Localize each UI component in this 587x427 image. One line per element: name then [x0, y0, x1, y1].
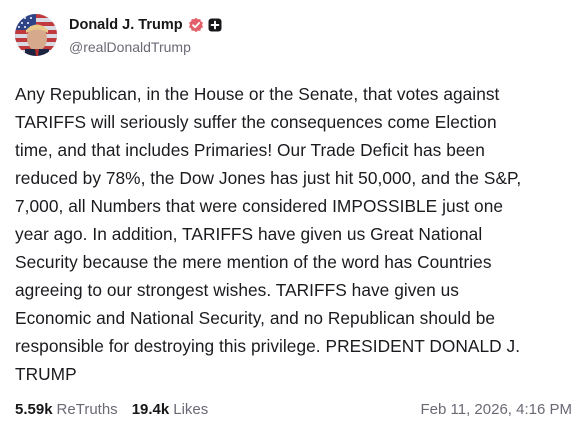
- avatar-image: [15, 14, 57, 56]
- post-text-line: TARIFFS will seriously suffer the conseq…: [15, 112, 497, 132]
- post-card: Donald J. Trump @realDonaldTrump Any Rep…: [0, 0, 587, 427]
- post-text-line: reduced by 78%, the Dow Jones has just h…: [15, 168, 522, 188]
- post-text-line: time, and that includes Primaries! Our T…: [15, 140, 485, 160]
- post-text-line: responsible for destroying this privileg…: [15, 336, 521, 356]
- post-text-line: year ago. In addition, TARIFFS have give…: [15, 224, 483, 244]
- author-handle[interactable]: @realDonaldTrump: [69, 39, 222, 55]
- retruths-stat[interactable]: 5.59k ReTruths: [15, 401, 118, 418]
- retruths-count: 5.59k: [15, 400, 53, 418]
- verified-badge-icon: [188, 17, 204, 33]
- likes-label: Likes: [173, 400, 209, 418]
- author-names: Donald J. Trump @realDonaldTrump: [69, 15, 222, 55]
- post-timestamp[interactable]: Feb 11, 2026, 4:16 PM: [421, 401, 573, 418]
- post-footer: 5.59k ReTruths 19.4k Likes Feb 11, 2026,…: [15, 395, 572, 423]
- post-text-line: agreeing to our strongest wishes. TARIFF…: [15, 280, 459, 300]
- likes-count: 19.4k: [131, 400, 170, 418]
- post-header: Donald J. Trump @realDonaldTrump: [15, 13, 222, 57]
- post-text-line: TRUMP: [15, 364, 77, 384]
- plus-badge-icon: [208, 18, 222, 32]
- name-row: Donald J. Trump: [69, 15, 222, 35]
- retruths-label: ReTruths: [56, 400, 118, 418]
- post-text-line: Security because the mere mention of the…: [15, 252, 492, 272]
- display-name[interactable]: Donald J. Trump: [69, 17, 183, 33]
- post-text-line: 7,000, all Numbers that were considered …: [15, 196, 504, 216]
- post-text-line: Economic and National Security, and no R…: [15, 308, 496, 328]
- likes-stat[interactable]: 19.4k Likes: [132, 401, 209, 418]
- post-text-line: Any Republican, in the House or the Sena…: [15, 84, 500, 104]
- avatar[interactable]: [15, 14, 57, 56]
- post-text: Any Republican, in the House or the Sena…: [15, 80, 575, 388]
